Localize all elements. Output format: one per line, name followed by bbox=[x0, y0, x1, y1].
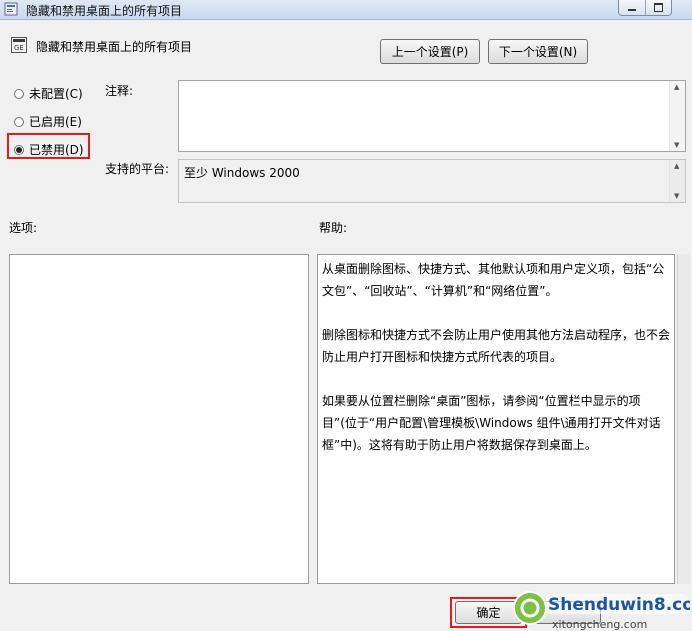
comment-scrollbar[interactable]: ▲ ▼ bbox=[669, 81, 685, 151]
svg-text:GE: GE bbox=[14, 44, 24, 52]
maximize-icon bbox=[653, 3, 663, 12]
platform-value: 至少 Windows 2000 bbox=[184, 166, 300, 180]
next-setting-button[interactable]: 下一个设置(N) bbox=[488, 39, 588, 64]
comment-label: 注释: bbox=[105, 84, 134, 98]
setting-title: 隐藏和禁用桌面上的所有项目 bbox=[36, 40, 193, 54]
policy-icon bbox=[4, 2, 18, 16]
help-paragraph: 从桌面删除图标、快捷方式、其他默认项和用户定义项，包括“公文包”、“回收站”、“… bbox=[322, 262, 665, 298]
scroll-down-icon[interactable]: ▼ bbox=[674, 192, 679, 200]
radio-icon bbox=[14, 116, 24, 127]
radio-label: 已启用(E) bbox=[29, 115, 82, 129]
policy-icon: GE bbox=[11, 37, 27, 53]
window-title: 隐藏和禁用桌面上的所有项目 bbox=[26, 4, 183, 18]
options-panel bbox=[9, 254, 309, 584]
previous-setting-button[interactable]: 上一个设置(P) bbox=[380, 39, 480, 64]
options-label: 选项: bbox=[9, 221, 38, 235]
svg-text:xitongcheng.com: xitongcheng.com bbox=[552, 618, 647, 631]
window-controls bbox=[618, 0, 672, 16]
radio-enabled[interactable]: 已启用(E) bbox=[14, 113, 82, 130]
scroll-down-icon[interactable]: ▼ bbox=[674, 141, 679, 149]
title-bar: 隐藏和禁用桌面上的所有项目 bbox=[0, 0, 692, 20]
minimize-icon bbox=[627, 9, 636, 11]
help-scrollbar[interactable] bbox=[677, 254, 690, 584]
platform-field: 至少 Windows 2000 ▲ ▼ bbox=[178, 159, 686, 203]
radio-not-configured[interactable]: 未配置(C) bbox=[14, 85, 83, 102]
platform-label: 支持的平台: bbox=[105, 162, 170, 176]
radio-icon bbox=[14, 88, 24, 99]
comment-textarea[interactable]: ▲ ▼ bbox=[178, 80, 686, 152]
watermark-logo: Shenduwin8.com xitongcheng.com bbox=[513, 591, 690, 631]
help-label: 帮助: bbox=[319, 221, 348, 235]
help-panel: 从桌面删除图标、快捷方式、其他默认项和用户定义项，包括“公文包”、“回收站”、“… bbox=[317, 254, 675, 584]
help-paragraph: 如果要从位置栏删除“桌面”图标，请参阅“位置栏中显示的项目”(位于“用户配置\管… bbox=[322, 394, 661, 452]
scroll-up-icon[interactable]: ▲ bbox=[674, 162, 679, 170]
maximize-button[interactable] bbox=[646, 0, 672, 15]
svg-text:Shenduwin8.com: Shenduwin8.com bbox=[548, 595, 690, 615]
highlight-box bbox=[7, 133, 90, 159]
minimize-button[interactable] bbox=[619, 0, 646, 15]
help-paragraph: 删除图标和快捷方式不会防止用户使用其他方法启动程序，也不会防止用户打开图标和快捷… bbox=[322, 328, 671, 364]
platform-scrollbar[interactable]: ▲ ▼ bbox=[669, 160, 685, 202]
radio-label: 未配置(C) bbox=[29, 87, 83, 101]
scroll-up-icon[interactable]: ▲ bbox=[674, 83, 679, 91]
